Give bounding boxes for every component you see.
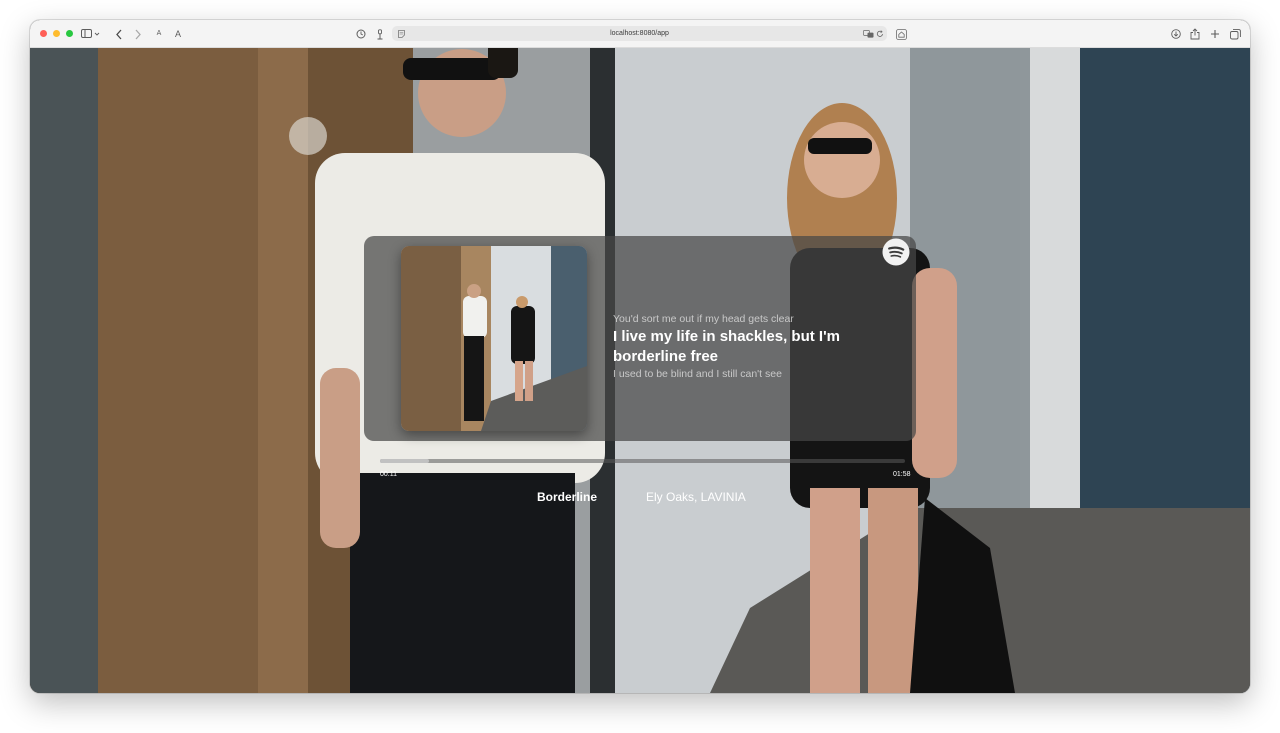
progress-bar[interactable] [380,459,905,463]
lyric-previous-line: You'd sort me out if my head gets clear [613,313,794,325]
text-smaller-icon[interactable]: A [154,28,164,40]
tabs-overview-icon[interactable] [1229,28,1241,40]
elapsed-time: 00:11 [380,471,397,478]
address-bar[interactable]: localhost:8080/app [392,26,887,41]
new-tab-icon[interactable] [1209,28,1221,40]
progress-fill [380,459,429,463]
text-larger-icon[interactable]: A [172,28,184,40]
app-viewport: You'd sort me out if my head gets clear … [30,48,1250,693]
translate-icon[interactable] [863,28,874,39]
desktop: A A localhost:8080/app You'd sort me out… [0,0,1280,733]
forward-icon[interactable] [133,28,143,40]
track-title: Borderline [537,490,598,504]
back-icon[interactable] [114,28,124,40]
sidebar-icon[interactable] [81,28,101,40]
album-art [401,246,587,431]
share-icon[interactable] [1189,27,1201,40]
window-controls [40,30,73,37]
close-window-button[interactable] [40,30,47,37]
url-text: localhost:8080/app [610,30,669,37]
total-duration: 01:58 [893,471,911,478]
home-icon[interactable] [895,28,907,40]
minimize-window-button[interactable] [53,30,60,37]
history-icon[interactable] [355,28,367,40]
track-artist: Ely Oaks, LAVINIA [646,490,746,504]
browser-toolbar: A A localhost:8080/app [30,20,1250,48]
lyric-current-line: I live my life in shackles, but I'm bord… [613,328,840,365]
zoom-window-button[interactable] [66,30,73,37]
lyric-next-line: I used to be blind and I still can't see [613,368,782,380]
spotify-icon [882,238,910,266]
reader-icon[interactable] [396,28,406,39]
now-playing-card: You'd sort me out if my head gets clear … [364,236,916,441]
browser-window: A A localhost:8080/app You'd sort me out… [30,20,1250,693]
reload-icon[interactable] [875,28,885,39]
download-icon[interactable] [1170,28,1182,40]
extension-icon[interactable] [374,28,386,40]
